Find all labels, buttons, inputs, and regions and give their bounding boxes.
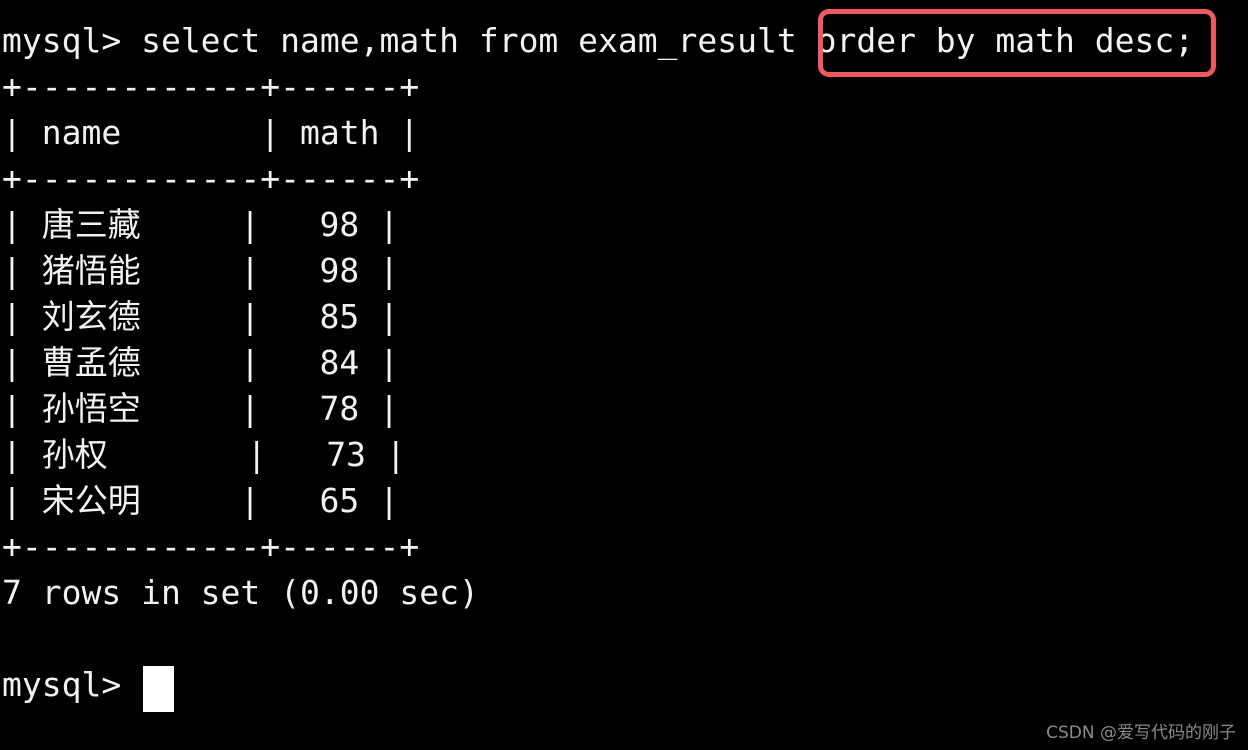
table-separator-top: +------------+------+ (2, 67, 420, 106)
table-separator-mid: +------------+------+ (2, 159, 420, 198)
command-line: mysql> select name,math from exam_result… (2, 18, 1194, 64)
table-header-row: | name | math | (2, 113, 420, 152)
final-prompt-line: mysql> (2, 665, 142, 704)
mysql-prompt: mysql> (2, 21, 142, 60)
table-row: | 刘玄德 | 85 | (2, 297, 400, 336)
table-row: | 孙悟空 | 78 | (2, 389, 400, 428)
sql-command-text: select name,math from exam_result (141, 21, 817, 60)
table-row: | 宋公明 | 65 | (2, 481, 400, 520)
table-separator-bottom: +------------+------+ (2, 527, 420, 566)
terminal-window[interactable]: mysql> select name,math from exam_result… (0, 0, 1248, 750)
table-row: | 曹孟德 | 84 | (2, 343, 400, 382)
block-cursor (143, 666, 174, 712)
table-row: | 唐三藏 | 98 | (2, 205, 400, 244)
order-by-clause-text: order by math desc; (816, 21, 1195, 60)
table-row: | 孙权 | 73 | (2, 435, 406, 474)
result-status-line: 7 rows in set (0.00 sec) (2, 573, 479, 612)
watermark: CSDN @爱写代码的刚子 (1046, 723, 1236, 743)
table-row: | 猪悟能 | 98 | (2, 251, 400, 290)
